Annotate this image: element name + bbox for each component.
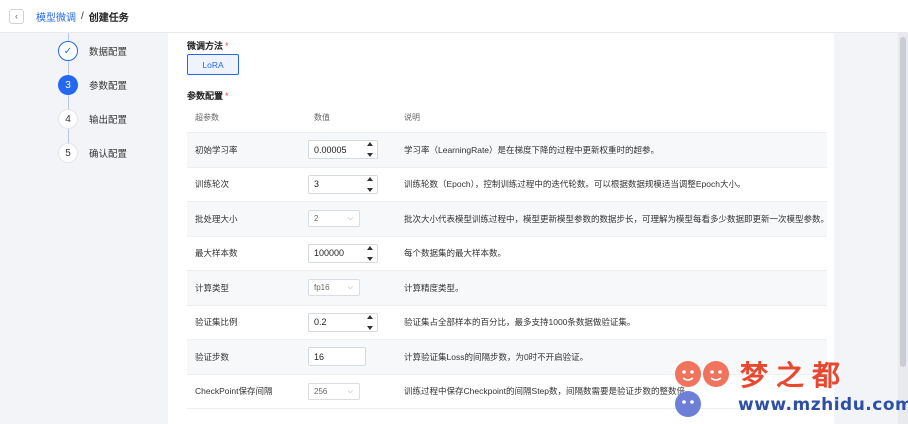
step-output-config[interactable]: 4 输出配置: [58, 109, 127, 129]
decrement-icon[interactable]: [367, 187, 373, 192]
compute-type-select[interactable]: fp16 ⌵: [308, 279, 360, 297]
breadcrumb-separator: /: [81, 10, 84, 22]
stepper-value: 0.00005: [314, 144, 347, 155]
input-value: 16: [314, 351, 325, 362]
chevron-down-icon: ⌵: [347, 284, 353, 292]
step-data-config[interactable]: ✓ 数据配置: [58, 41, 127, 61]
step-connector: [67, 129, 69, 143]
param-name: CheckPoint保存间隔: [195, 386, 273, 397]
chevron-left-icon: ‹: [15, 11, 18, 21]
step-connector: [67, 95, 69, 109]
scrollbar-thumb[interactable]: [900, 37, 906, 367]
increment-icon[interactable]: [367, 245, 373, 250]
method-title-text: 微调方法: [187, 41, 224, 51]
increment-icon[interactable]: [367, 314, 373, 319]
param-name: 最大样本数: [195, 248, 238, 259]
increment-icon[interactable]: [367, 142, 373, 147]
step-sidebar: ✓ 数据配置 3 参数配置 4 输出配置 5 确认配置: [0, 33, 168, 424]
stepper-value: 3: [314, 179, 320, 190]
header-desc: 说明: [404, 113, 420, 122]
params-title-text: 参数配置: [187, 91, 224, 101]
select-value: 2: [314, 214, 319, 224]
decrement-icon[interactable]: [367, 256, 373, 261]
increment-icon[interactable]: [367, 176, 373, 181]
param-name: 初始学习率: [195, 144, 238, 155]
breadcrumb-parent-link[interactable]: 模型微调: [36, 9, 76, 24]
param-desc: 批次大小代表模型训练过程中，模型更新模型参数的数据步长，可理解为模型每看多少数据…: [404, 213, 827, 224]
table-row: 计算类型 fp16 ⌵ 计算精度类型。: [187, 271, 827, 306]
select-value: fp16: [314, 283, 330, 293]
param-name: 验证集比例: [195, 317, 238, 328]
stepper-arrows[interactable]: [365, 142, 375, 158]
top-bar: ‹ 模型微调 / 创建任务: [0, 0, 908, 33]
header-value: 数值: [314, 113, 330, 122]
param-desc: 训练轮数（Epoch），控制训练过程中的迭代轮数。可以根据数据规模适当调整Epo…: [404, 179, 746, 190]
check-icon: ✓: [58, 41, 78, 61]
epoch-stepper[interactable]: 3: [308, 174, 378, 194]
eval-steps-input[interactable]: 16: [308, 347, 366, 367]
param-name: 验证步数: [195, 351, 230, 362]
step-number: 5: [58, 143, 78, 163]
step-connector: [67, 61, 69, 75]
param-name: 计算类型: [195, 282, 230, 293]
method-section-title: 微调方法 *: [187, 39, 229, 52]
param-desc: 学习率（LearningRate）是在梯度下降的过程中更新权重时的超参。: [404, 144, 660, 155]
header-param: 超参数: [195, 113, 219, 122]
chevron-down-icon: ⌵: [347, 215, 353, 223]
chevron-down-icon: ⌵: [347, 387, 353, 395]
table-header: 超参数 数值 说明: [187, 103, 827, 133]
watermark: 梦之都 www.mzhidu.com: [668, 352, 908, 424]
required-mark: *: [225, 91, 229, 101]
batch-size-select[interactable]: 2 ⌵: [308, 210, 360, 228]
param-desc: 验证集占全部样本的百分比，最多支持1000条数据做验证集。: [404, 317, 636, 328]
step-connector: [67, 33, 69, 41]
stepper-value: 100000: [314, 248, 345, 259]
param-name: 批处理大小: [195, 213, 238, 224]
table-row: 验证集比例 0.2 验证集占全部样本的百分比，最多支持1000条数据做验证集。: [187, 306, 827, 340]
step-param-config[interactable]: 3 参数配置: [58, 75, 127, 95]
table-row: 批处理大小 2 ⌵ 批次大小代表模型训练过程中，模型更新模型参数的数据步长，可理解…: [187, 202, 827, 237]
decrement-icon[interactable]: [367, 325, 373, 330]
params-section-title: 参数配置 *: [187, 89, 229, 102]
param-desc: 每个数据集的最大样本数。: [404, 248, 507, 259]
lora-option-button[interactable]: LoRA: [187, 54, 239, 75]
step-label: 参数配置: [89, 81, 128, 92]
decrement-icon[interactable]: [367, 153, 373, 158]
table-row: 初始学习率 0.00005 学习率（LearningRate）是在梯度下降的过程…: [187, 133, 827, 168]
step-number: 4: [58, 109, 78, 129]
page-title: 创建任务: [88, 12, 129, 24]
select-value: 256: [314, 386, 328, 396]
val-ratio-stepper[interactable]: 0.2: [308, 312, 378, 332]
back-button[interactable]: ‹: [9, 8, 24, 24]
max-samples-stepper[interactable]: 100000: [308, 243, 378, 263]
learning-rate-stepper[interactable]: 0.00005: [308, 140, 378, 160]
step-label: 数据配置: [89, 47, 128, 58]
param-name: 训练轮次: [195, 179, 230, 190]
step-label: 确认配置: [89, 149, 128, 160]
stepper-value: 0.2: [314, 317, 327, 328]
table-row: 最大样本数 100000 每个数据集的最大样本数。: [187, 237, 827, 271]
breadcrumb: 模型微调 / 创建任务: [36, 9, 129, 24]
table-row: 训练轮次 3 训练轮数（Epoch），控制训练过程中的迭代轮数。可以根据数据规模…: [187, 168, 827, 202]
step-label: 输出配置: [89, 115, 128, 126]
watermark-url-text: www.mzhidu.com: [738, 395, 908, 415]
stepper-arrows[interactable]: [365, 314, 375, 330]
checkpoint-interval-select[interactable]: 256 ⌵: [308, 382, 360, 400]
stepper-arrows[interactable]: [365, 245, 375, 261]
step-number: 3: [58, 75, 78, 95]
param-desc: 计算精度类型。: [404, 282, 464, 293]
required-mark: *: [225, 41, 229, 51]
stepper-arrows[interactable]: [365, 176, 375, 192]
watermark-logo-icon: [675, 361, 729, 417]
watermark-cn-text: 梦之都: [740, 359, 849, 392]
step-confirm-config[interactable]: 5 确认配置: [58, 143, 127, 163]
